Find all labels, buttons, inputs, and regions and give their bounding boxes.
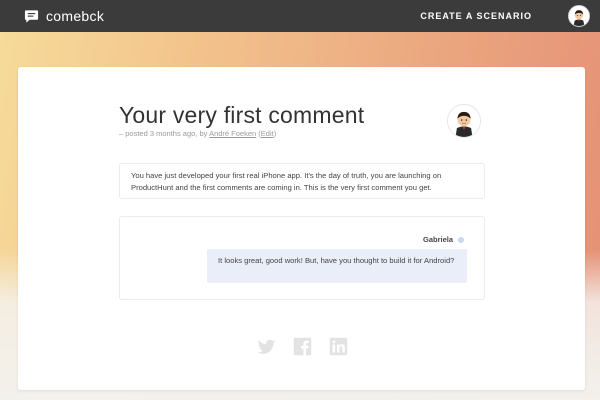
linkedin-icon[interactable] — [329, 337, 348, 356]
post-meta: – posted 3 months ago, by André Foeken (… — [119, 129, 276, 138]
comment-bubble: It looks great, good work! But, have you… — [207, 249, 467, 283]
sender-name: Gabriela — [422, 235, 453, 244]
sender-status-dot — [458, 236, 464, 243]
top-navigation-bar: comebck CREATE A SCENARIO — [0, 0, 600, 32]
chat-bubble-icon — [24, 9, 39, 23]
create-scenario-link[interactable]: CREATE A SCENARIO — [420, 11, 532, 21]
author-avatar[interactable] — [447, 104, 481, 138]
brand-name: comebck — [46, 8, 105, 24]
user-avatar[interactable] — [568, 5, 590, 27]
comment-sender: Gabriela — [423, 235, 464, 244]
facebook-icon[interactable] — [293, 337, 312, 356]
share-buttons — [257, 337, 348, 356]
scenario-card: Your very first comment – posted 3 month… — [18, 67, 585, 390]
edit-close-paren: ) — [273, 129, 277, 138]
page-title: Your very first comment — [119, 102, 365, 128]
scenario-description: You have just developed your first real … — [119, 163, 485, 199]
twitter-icon[interactable] — [257, 337, 276, 356]
posted-time: – posted 3 months ago, by — [119, 129, 210, 138]
author-link[interactable]: André Foeken — [209, 129, 256, 138]
top-nav: CREATE A SCENARIO — [420, 5, 590, 27]
comment-thread: Gabriela It looks great, good work! But,… — [119, 216, 485, 300]
brand-logo[interactable]: comebck — [24, 8, 104, 24]
edit-link[interactable]: Edit — [261, 129, 274, 138]
